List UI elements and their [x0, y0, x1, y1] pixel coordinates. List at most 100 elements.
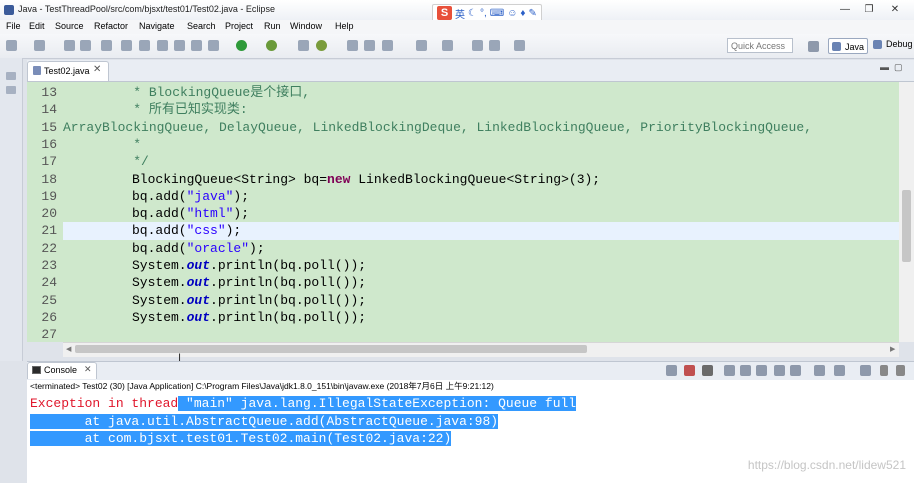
console-line[interactable]: Exception in thread "main" java.lang.Ill…	[30, 395, 577, 413]
step-over-icon[interactable]	[191, 40, 202, 51]
console-launch-status: <terminated> Test02 (30) [Java Applicati…	[27, 380, 914, 393]
editor-tab-label: Test02.java	[44, 66, 90, 76]
show-on-stderr-icon[interactable]	[790, 365, 801, 376]
scroll-left-icon[interactable]: ◀	[66, 345, 71, 353]
code-line[interactable]: ArrayBlockingQueue, DelayQueue, LinkedBl…	[63, 119, 812, 136]
code-line[interactable]: */	[63, 153, 149, 170]
terminate-console-icon[interactable]	[666, 365, 677, 376]
menu-search[interactable]: Search	[187, 21, 216, 31]
line-number: 22	[41, 240, 57, 256]
clear-console-icon[interactable]	[724, 365, 735, 376]
maximize-button[interactable]: ❐	[858, 3, 880, 16]
resume-icon[interactable]	[121, 40, 132, 51]
code-line[interactable]: * 所有已知实现类:	[63, 101, 247, 118]
open-type-icon[interactable]	[347, 40, 358, 51]
new-java-project-icon[interactable]	[298, 40, 309, 51]
perspective-debug-button[interactable]: Debug	[872, 39, 913, 49]
back-icon[interactable]	[489, 40, 500, 51]
shirt-icon[interactable]: ♦	[520, 8, 525, 19]
open-console-icon[interactable]	[860, 365, 871, 376]
menu-window[interactable]: Window	[290, 21, 322, 31]
code-line[interactable]: *	[63, 136, 141, 153]
console-tab-label: Console	[44, 365, 78, 375]
comma-icon[interactable]: °,	[480, 8, 487, 19]
editor-vertical-scroll-thumb[interactable]	[902, 190, 911, 262]
new-icon[interactable]	[6, 40, 17, 51]
package-explorer-icon[interactable]	[6, 86, 16, 94]
quick-access-input[interactable]: Quick Access	[727, 38, 793, 53]
code-line[interactable]: * BlockingQueue是个接口,	[63, 84, 310, 101]
code-line[interactable]: System.out.println(bq.poll());	[132, 309, 366, 326]
suspend-icon[interactable]	[139, 40, 150, 51]
menu-refactor[interactable]: Refactor	[94, 21, 128, 31]
display-selected-console-icon[interactable]	[834, 365, 845, 376]
code-line[interactable]: System.out.println(bq.poll());	[132, 274, 366, 291]
editor-horizontal-scroll-thumb[interactable]	[75, 345, 587, 353]
console-line[interactable]: at com.bjsxt.test01.Test02.main(Test02.j…	[30, 430, 452, 448]
menu-navigate[interactable]: Navigate	[139, 21, 175, 31]
pin-console-icon[interactable]	[814, 365, 825, 376]
save-all-icon[interactable]	[80, 40, 91, 51]
skip-breakpoints-icon[interactable]	[101, 40, 112, 51]
menu-edit[interactable]: Edit	[29, 21, 45, 31]
menu-run[interactable]: Run	[264, 21, 281, 31]
code-line[interactable]: bq.add("java");	[132, 188, 249, 205]
step-icon[interactable]	[174, 40, 185, 51]
line-number: 17	[41, 154, 57, 170]
restore-view-icon[interactable]	[6, 72, 16, 80]
debug-icon[interactable]	[266, 40, 277, 51]
close-icon[interactable]: ✕	[84, 364, 92, 375]
open-perspective-icon[interactable]	[808, 41, 819, 52]
keyboard-icon[interactable]: ⌨	[490, 8, 504, 19]
menu-bar: File Edit Source Refactor Navigate Searc…	[0, 20, 914, 34]
close-icon[interactable]: ✕	[93, 64, 101, 75]
close-window-button[interactable]: ✕	[884, 3, 906, 16]
skin-icon[interactable]: ☺	[507, 8, 517, 19]
prev-annotation-icon[interactable]	[442, 40, 453, 51]
line-number: 25	[41, 292, 57, 308]
moon-icon[interactable]: ☾	[468, 8, 477, 19]
forward-icon[interactable]	[514, 40, 525, 51]
remove-all-terminated-icon[interactable]	[702, 365, 713, 376]
view-menu-icon[interactable]	[880, 365, 888, 376]
code-line[interactable]: bq.add("oracle");	[132, 240, 265, 257]
step-return-icon[interactable]	[208, 40, 219, 51]
open-folder-icon[interactable]	[364, 40, 375, 51]
menu-help[interactable]: Help	[335, 21, 354, 31]
wrench-icon[interactable]: ✎	[529, 8, 537, 19]
last-edit-icon[interactable]	[472, 40, 483, 51]
ime-lang-toggle[interactable]: 英	[455, 6, 465, 21]
maximize-view-icon[interactable]: ▢	[894, 62, 903, 73]
scroll-right-icon[interactable]: ▶	[890, 345, 895, 353]
perspective-java-button[interactable]: Java	[828, 38, 868, 54]
scroll-lock-icon[interactable]	[740, 365, 751, 376]
menu-source[interactable]: Source	[55, 21, 84, 31]
terminate-icon[interactable]	[157, 40, 168, 51]
menu-project[interactable]: Project	[225, 21, 253, 31]
code-line[interactable]: System.out.println(bq.poll());	[132, 292, 366, 309]
new-package-icon[interactable]	[34, 40, 45, 51]
new-class-icon[interactable]	[316, 40, 327, 51]
line-number: 24	[41, 275, 57, 291]
minimize-button[interactable]: —	[834, 3, 856, 16]
sogou-logo-icon[interactable]: S	[437, 6, 452, 20]
console-line[interactable]: at java.util.AbstractQueue.add(AbstractQ…	[30, 413, 499, 431]
code-line[interactable]: bq.add("html");	[132, 205, 249, 222]
minimize-view-icon[interactable]: ▬	[880, 62, 889, 72]
next-annotation-icon[interactable]	[416, 40, 427, 51]
show-on-stdout-icon[interactable]	[774, 365, 785, 376]
search-icon[interactable]	[382, 40, 393, 51]
code-line[interactable]: BlockingQueue<String> bq=new LinkedBlock…	[132, 171, 600, 188]
minimize-console-icon[interactable]	[896, 365, 905, 376]
code-line[interactable]: bq.add("css");	[132, 222, 241, 239]
word-wrap-icon[interactable]	[756, 365, 767, 376]
line-number: 16	[41, 136, 57, 152]
run-icon[interactable]	[236, 40, 247, 51]
perspective-java-label: Java	[845, 42, 865, 52]
menu-file[interactable]: File	[6, 21, 21, 31]
code-line[interactable]: System.out.println(bq.poll());	[132, 257, 366, 274]
remove-launch-icon[interactable]	[684, 365, 695, 376]
console-selected-text: at java.util.AbstractQueue.add(AbstractQ…	[30, 413, 499, 429]
line-number: 19	[41, 188, 57, 204]
save-icon[interactable]	[64, 40, 75, 51]
